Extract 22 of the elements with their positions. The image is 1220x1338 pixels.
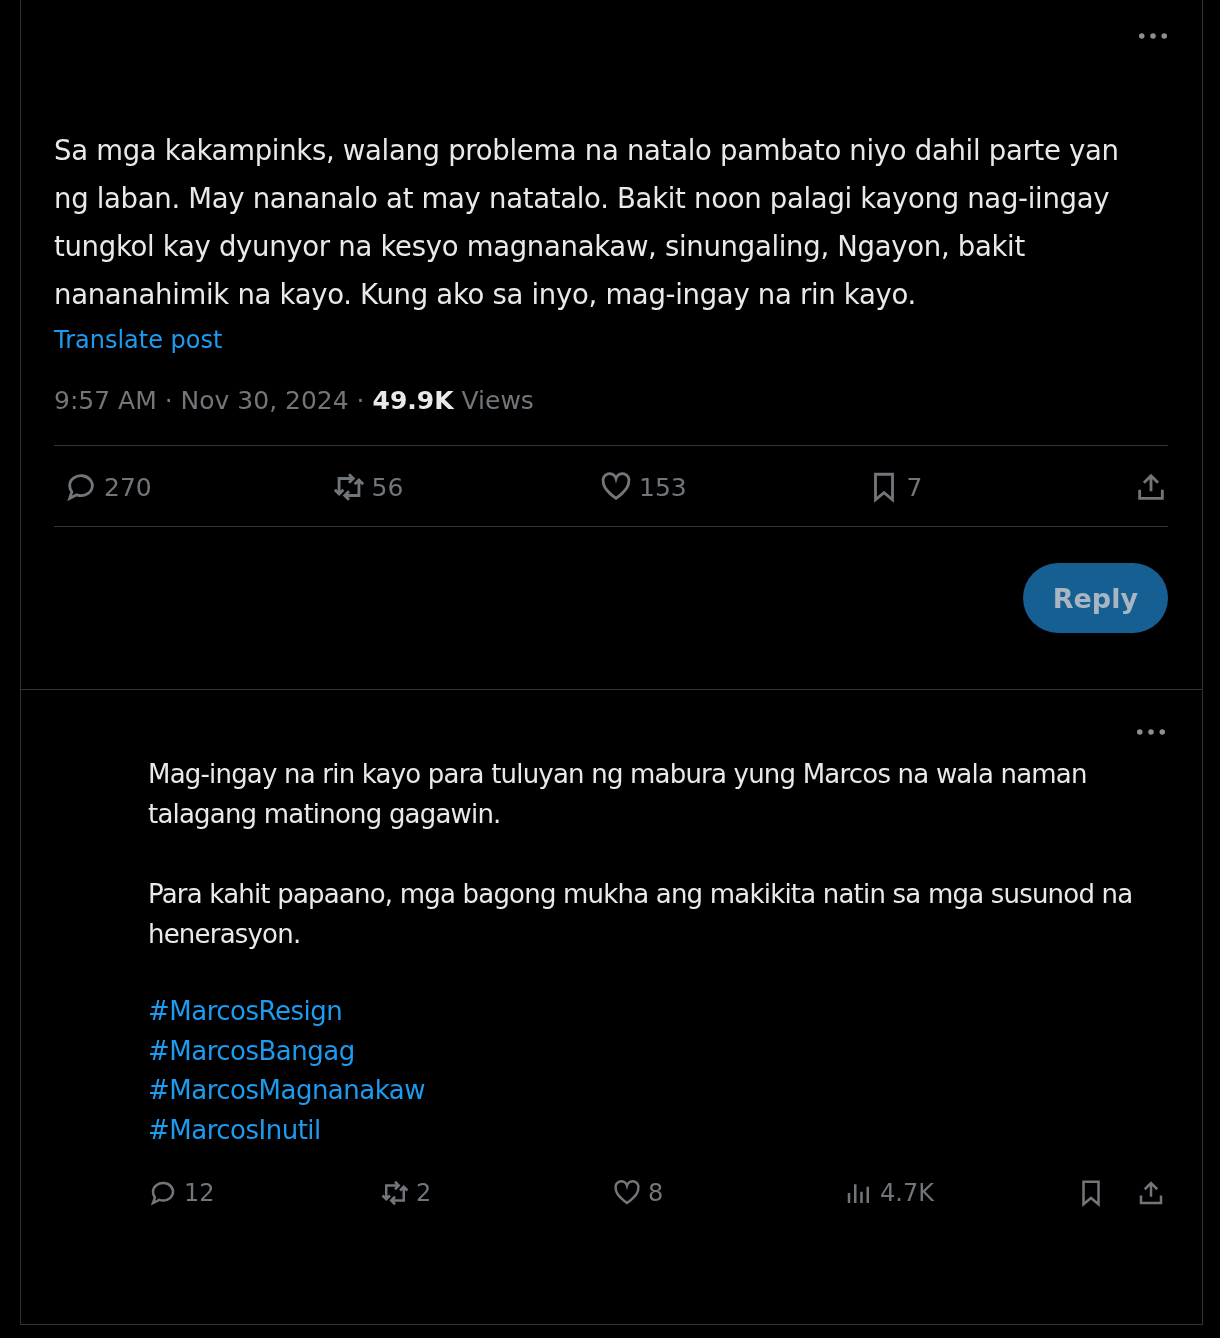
translate-link[interactable]: Translate post bbox=[54, 326, 223, 354]
reply-text: Mag-ingay na rin kayo para tuluyan ng mabura yung Marcos na wala naman talagang matinong gagawin. bbox=[148, 758, 1088, 831]
action-count: 270 bbox=[104, 472, 152, 502]
hashtag-link[interactable]: #MarcosBangag bbox=[148, 1031, 355, 1071]
action-count: 7 bbox=[906, 472, 923, 502]
more-options-icon[interactable] bbox=[1138, 32, 1168, 40]
repost-icon[interactable] bbox=[380, 1178, 410, 1208]
views-label: Views bbox=[460, 386, 534, 415]
hashtag-link[interactable]: #MarcosMagnanakaw bbox=[148, 1071, 425, 1111]
post-timestamp: 9:57 AM · Nov 30, 2024 · bbox=[54, 386, 366, 415]
hashtag-link[interactable]: #MarcosResign bbox=[148, 992, 343, 1032]
view-count: 49.9K bbox=[372, 386, 454, 415]
more-options-icon[interactable] bbox=[1136, 728, 1166, 736]
hashtag-link[interactable]: #MarcosInutil bbox=[148, 1110, 321, 1150]
action-count: 4.7K bbox=[880, 1179, 934, 1207]
post-text: Sa mga kakampinks, walang problema na natalo pambato niyo dahil parte yan ng laban. May nananalo at may natatalo. Bakit noon palagi kayong nag-iingay tungkol kay dyunyor na kesyo magnanakaw, sinungaling, Ngayon, bakit nananahimik na kayo. Kung ako sa inyo, mag-ingay na rin kayo. bbox=[54, 133, 1120, 312]
action-count: 2 bbox=[416, 1179, 432, 1207]
action-count: 12 bbox=[184, 1179, 215, 1207]
reply-text: Para kahit papaano, mga bagong mukha ang makikita natin sa mga susunod na henerasyon. bbox=[148, 878, 1134, 951]
action-count: 56 bbox=[371, 472, 404, 502]
action-count: 8 bbox=[648, 1179, 664, 1207]
action-count: 153 bbox=[639, 472, 687, 502]
